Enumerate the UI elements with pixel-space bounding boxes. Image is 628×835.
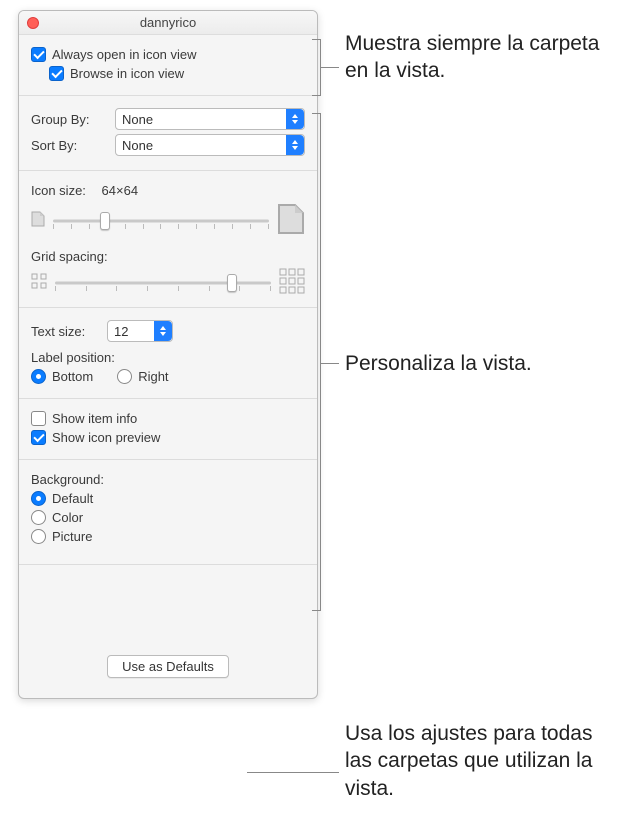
icon-size-slider[interactable] [53, 211, 269, 231]
grid-small-icon [31, 273, 47, 292]
show-item-info-label: Show item info [52, 411, 137, 426]
use-as-defaults-button[interactable]: Use as Defaults [107, 655, 229, 678]
background-picture-radio[interactable] [31, 529, 46, 544]
view-options-window: dannyrico Always open in icon view Brows… [18, 10, 318, 699]
section-open-options: Always open in icon view Browse in icon … [19, 35, 317, 96]
group-by-select[interactable]: None [115, 108, 305, 130]
label-position-right-text: Right [138, 369, 168, 384]
background-default-text: Default [52, 491, 93, 506]
callout-bracket [320, 113, 321, 611]
text-size-label: Text size: [31, 324, 101, 339]
grid-spacing-slider[interactable] [55, 273, 271, 293]
text-size-select[interactable]: 12 [107, 320, 173, 342]
icon-size-label: Icon size: [31, 183, 86, 198]
background-color-radio[interactable] [31, 510, 46, 525]
callout-lead [247, 772, 339, 773]
titlebar: dannyrico [19, 11, 317, 35]
browse-checkbox[interactable] [49, 66, 64, 81]
sort-by-label: Sort By: [31, 138, 109, 153]
chevron-updown-icon [286, 135, 304, 155]
document-small-icon [31, 211, 45, 230]
label-position-right-radio[interactable] [117, 369, 132, 384]
section-footer: Use as Defaults [19, 565, 317, 698]
always-open-label: Always open in icon view [52, 47, 197, 62]
show-item-info-checkbox[interactable] [31, 411, 46, 426]
background-label: Background: [31, 472, 104, 487]
label-position-bottom-radio[interactable] [31, 369, 46, 384]
section-background: Background: Default Color Picture [19, 460, 317, 565]
icon-size-value: 64×64 [102, 183, 139, 198]
document-large-icon [277, 202, 305, 239]
section-grouping: Group By: None Sort By: None [19, 96, 317, 171]
background-picture-text: Picture [52, 529, 92, 544]
close-icon[interactable] [27, 17, 39, 29]
show-icon-preview-checkbox[interactable] [31, 430, 46, 445]
background-color-text: Color [52, 510, 83, 525]
annotation-top: Muestra siempre la carpeta en la vista. [345, 30, 625, 85]
grid-spacing-label: Grid spacing: [31, 249, 108, 264]
show-icon-preview-label: Show icon preview [52, 430, 160, 445]
section-labels: Text size: 12 Label position: Bottom Rig… [19, 308, 317, 399]
chevron-updown-icon [154, 321, 172, 341]
section-show: Show item info Show icon preview [19, 399, 317, 460]
annotation-bottom: Usa los ajustes para todas las carpetas … [345, 720, 625, 802]
always-open-checkbox[interactable] [31, 47, 46, 62]
label-position-bottom-text: Bottom [52, 369, 93, 384]
background-default-radio[interactable] [31, 491, 46, 506]
chevron-updown-icon [286, 109, 304, 129]
group-by-label: Group By: [31, 112, 109, 127]
sort-by-select[interactable]: None [115, 134, 305, 156]
window-title: dannyrico [19, 15, 317, 30]
annotation-middle: Personaliza la vista. [345, 350, 625, 377]
callout-lead [321, 363, 339, 364]
section-sizes: Icon size: 64×64 Grid spacing: [19, 171, 317, 308]
label-position-label: Label position: [31, 350, 115, 365]
callout-lead [321, 67, 339, 68]
browse-label: Browse in icon view [70, 66, 184, 81]
grid-large-icon [279, 268, 305, 297]
